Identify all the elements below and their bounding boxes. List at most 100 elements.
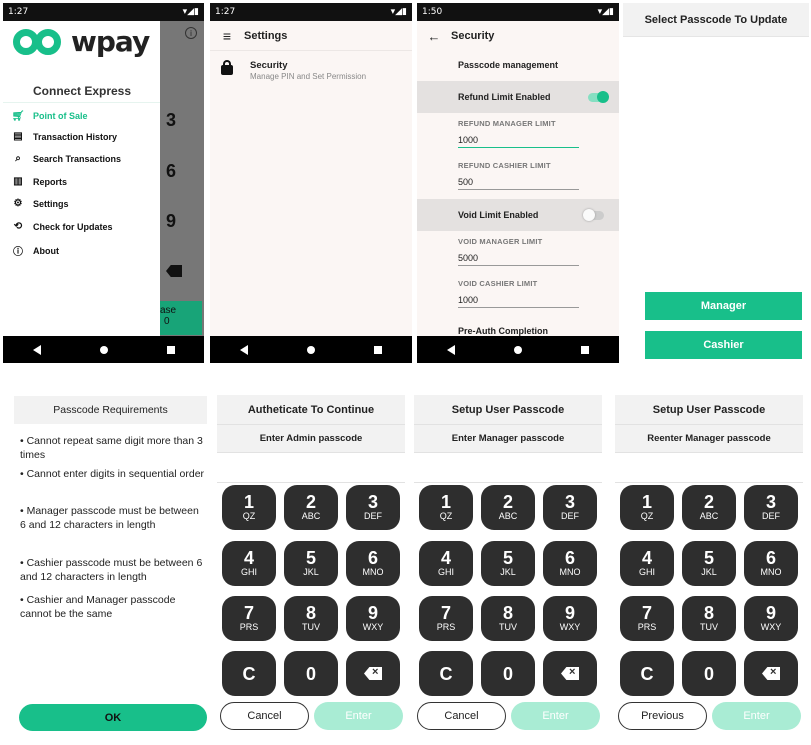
key-2[interactable]: 2 ABC [481, 485, 535, 530]
key-4[interactable]: 4 GHI [419, 541, 473, 586]
key-5[interactable]: 5 JKL [284, 541, 338, 586]
home-icon[interactable] [513, 345, 522, 354]
behind-button: ase 0 [160, 301, 202, 335]
menu-item-settings[interactable]: ⚙ Settings [3, 198, 69, 209]
menu-item-search-transactions[interactable]: ⌕ Search Transactions [3, 153, 121, 164]
back-icon[interactable] [239, 344, 248, 355]
key-8[interactable]: 8 TUV [682, 596, 736, 641]
void-cashier-input[interactable]: 1000 [458, 290, 579, 308]
enter-button[interactable]: Enter [511, 702, 600, 730]
key-5[interactable]: 5 JKL [682, 541, 736, 586]
key-c[interactable]: C [222, 651, 276, 696]
key-8[interactable]: 8 TUV [284, 596, 338, 641]
screen-settings: 1:27 ▾◢▮ ≡ Settings Security Manage PIN a… [210, 3, 412, 363]
recents-icon[interactable] [374, 345, 383, 354]
refund-limit-row[interactable]: Refund Limit Enabled [417, 81, 619, 113]
key-3[interactable]: 3 DEF [744, 485, 798, 530]
screen-passcode-requirements: Passcode Requirements • Cannot repeat sa… [3, 393, 210, 735]
menu-item-about[interactable]: ⓘ About [3, 243, 59, 259]
home-icon[interactable] [99, 345, 108, 354]
android-nav-bar [3, 336, 204, 363]
recents-icon[interactable] [166, 345, 175, 354]
page-title: Settings [244, 29, 288, 42]
hamburger-menu-icon[interactable]: ≡ [210, 28, 244, 44]
requirement-item: • Cashier and Manager passcode cannot be… [20, 594, 176, 620]
requirement-item: • Manager passcode must be between 6 and… [20, 505, 199, 531]
key-2[interactable]: 2 ABC [682, 485, 736, 530]
screen-navigation-drawer: 1:27 ▾◢▮ 3 6 9 ase 0 i wpay Connect Expre… [3, 3, 204, 363]
key-5[interactable]: 5 JKL [481, 541, 535, 586]
behind-backspace-icon [166, 265, 182, 277]
key-c[interactable]: C [620, 651, 674, 696]
key-0[interactable]: 0 [284, 651, 338, 696]
backspace-icon: × [364, 667, 382, 680]
key-0[interactable]: 0 [682, 651, 736, 696]
key-3[interactable]: 3 DEF [346, 485, 400, 530]
void-toggle-knob [583, 209, 595, 221]
passcode-prompt: Enter Admin passcode [217, 425, 405, 453]
menu-item-point-of-sale[interactable]: 🛒︎ Point of Sale [3, 108, 160, 124]
passcode-display [615, 453, 803, 483]
home-icon[interactable] [306, 345, 315, 354]
menu-item-check-for-updates[interactable]: ⟲ Check for Updates [3, 221, 113, 232]
enter-button[interactable]: Enter [712, 702, 801, 730]
void-manager-input[interactable]: 5000 [458, 248, 579, 266]
screen-select-passcode: Select Passcode To Update Manager Cashie… [623, 3, 809, 363]
key-backspace[interactable]: × [744, 651, 798, 696]
cashier-button[interactable]: Cashier [645, 331, 802, 359]
menu-item-reports[interactable]: ▥ Reports [3, 176, 67, 187]
refund-manager-label: REFUND MANAGER LIMIT [458, 119, 556, 128]
settings-item-title: Security [250, 60, 288, 71]
ok-button[interactable]: OK [19, 704, 207, 731]
key-2[interactable]: 2 ABC [284, 485, 338, 530]
key-9[interactable]: 9 WXY [346, 596, 400, 641]
key-4[interactable]: 4 GHI [620, 541, 674, 586]
infinity-icon [13, 27, 65, 57]
previous-button[interactable]: Previous [618, 702, 707, 730]
key-6[interactable]: 6 MNO [744, 541, 798, 586]
key-7[interactable]: 7 PRS [419, 596, 473, 641]
key-backspace[interactable]: × [543, 651, 597, 696]
key-7[interactable]: 7 PRS [620, 596, 674, 641]
void-manager-label: VOID MANAGER LIMIT [458, 237, 543, 246]
back-icon[interactable] [446, 344, 455, 355]
key-9[interactable]: 9 WXY [543, 596, 597, 641]
keypad-title: Setup User Passcode [615, 395, 803, 425]
next-section-title: Pre-Auth Completion [458, 326, 548, 336]
info-icon[interactable]: i [185, 27, 197, 39]
key-6[interactable]: 6 MNO [346, 541, 400, 586]
settings-item-security[interactable]: Security Manage PIN and Set Permission [210, 59, 412, 89]
key-6[interactable]: 6 MNO [543, 541, 597, 586]
menu-item-transaction-history[interactable]: ▤ Transaction History [3, 131, 117, 142]
key-4[interactable]: 4 GHI [222, 541, 276, 586]
app-bar: ← Security [417, 21, 619, 51]
bar-chart-icon: ▥ [13, 176, 23, 187]
key-backspace[interactable]: × [346, 651, 400, 696]
key-9[interactable]: 9 WXY [744, 596, 798, 641]
requirements-title: Passcode Requirements [14, 396, 207, 424]
backspace-icon: × [762, 667, 780, 680]
recents-icon[interactable] [581, 345, 590, 354]
key-0[interactable]: 0 [481, 651, 535, 696]
void-limit-row[interactable]: Void Limit Enabled [417, 199, 619, 231]
manager-button[interactable]: Manager [645, 292, 802, 320]
refund-toggle-knob [597, 91, 609, 103]
keypad-title: Autheticate To Continue [217, 395, 405, 425]
key-1[interactable]: 1 QZ [222, 485, 276, 530]
back-arrow-icon[interactable]: ← [417, 29, 451, 44]
enter-button[interactable]: Enter [314, 702, 403, 730]
requirement-item: • Cannot enter digits in sequential orde… [20, 468, 205, 480]
refund-manager-input[interactable]: 1000 [458, 130, 579, 148]
key-1[interactable]: 1 QZ [419, 485, 473, 530]
refund-cashier-input[interactable]: 500 [458, 172, 579, 190]
back-icon[interactable] [32, 344, 41, 355]
key-7[interactable]: 7 PRS [222, 596, 276, 641]
android-nav-bar [417, 336, 619, 363]
cancel-button[interactable]: Cancel [417, 702, 506, 730]
cancel-button[interactable]: Cancel [220, 702, 309, 730]
key-8[interactable]: 8 TUV [481, 596, 535, 641]
key-1[interactable]: 1 QZ [620, 485, 674, 530]
key-c[interactable]: C [419, 651, 473, 696]
cart-icon: 🛒︎ [11, 110, 25, 122]
key-3[interactable]: 3 DEF [543, 485, 597, 530]
